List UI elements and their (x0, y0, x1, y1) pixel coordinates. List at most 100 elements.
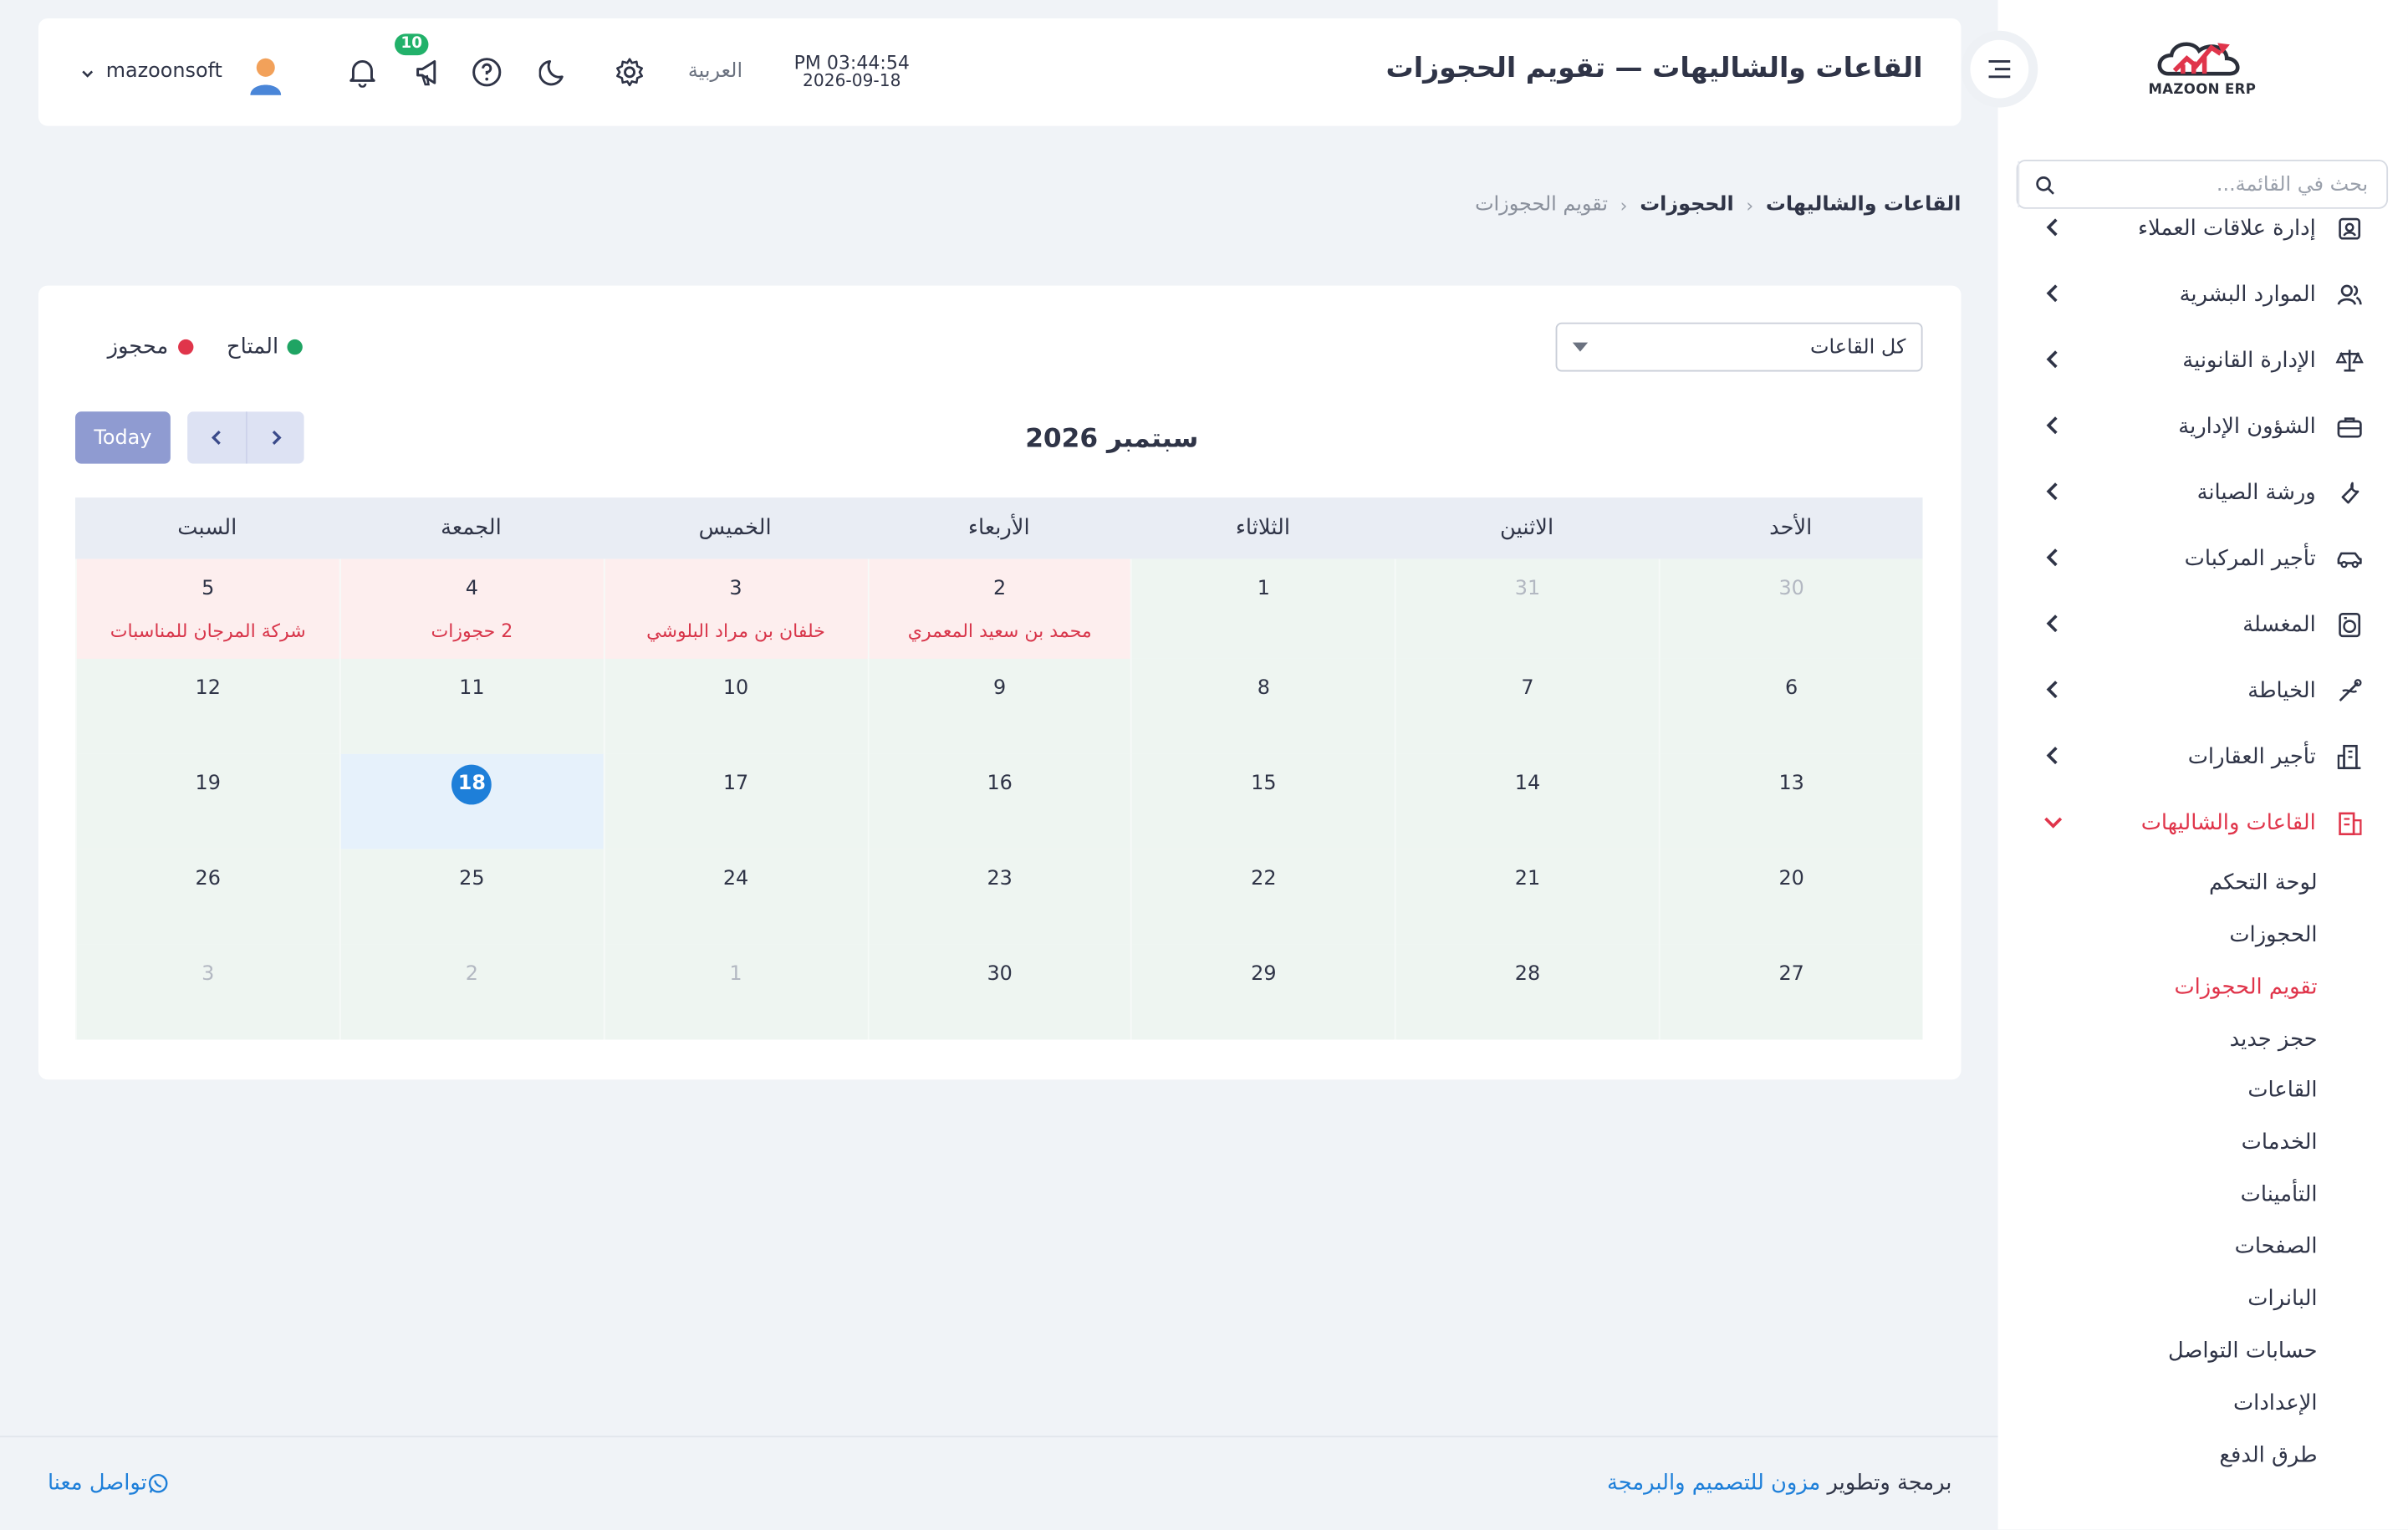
calendar-week-row: 27 28 29 30 1 2 3 (74, 944, 1923, 1040)
calendar-day[interactable]: 2 (339, 944, 604, 1040)
calendar-day[interactable]: 1 (1130, 558, 1395, 659)
sidebar-sub-pages[interactable]: الصفحات (2235, 1224, 2318, 1270)
calendar-day-booked[interactable]: 4 2 حجوزات (339, 558, 604, 659)
user-name[interactable]: mazoonsoft (106, 60, 222, 84)
calendar-day[interactable]: 13 (1658, 753, 1923, 849)
month-title-wrap: سبتمبر 2026 (35, 424, 2188, 455)
day-number: 10 (722, 676, 749, 701)
day-number: 19 (195, 772, 221, 796)
sidebar-sub-payment-methods[interactable]: طرق الدفع (2219, 1433, 2317, 1479)
calendar-day[interactable]: 10 (603, 658, 867, 754)
calendar-day[interactable]: 25 (339, 849, 604, 945)
breadcrumb-item-halls[interactable]: القاعات والشاليهات (1766, 193, 1962, 217)
sidebar-item-laundry[interactable]: المغسلة (1998, 591, 2408, 657)
footer-credit-link[interactable]: مزون للتصميم والبرمجة (1607, 1471, 1820, 1496)
help-icon[interactable] (470, 55, 503, 89)
weekday-name: الجمعة (441, 516, 502, 541)
calendar-day[interactable]: 20 (1658, 849, 1923, 945)
day-number: 23 (987, 867, 1013, 891)
calendar-day[interactable]: 9 (866, 658, 1131, 754)
hall-filter-select[interactable]: كل القاعات (1555, 322, 1923, 372)
sidebar-sub-new-booking[interactable]: حجز جديد (2230, 1017, 2318, 1063)
weekday-name: السبت (177, 516, 237, 541)
booking-event-label[interactable]: 2 حجوزات (340, 620, 603, 642)
calendar-day[interactable]: 27 (1658, 944, 1923, 1040)
calendar-day[interactable]: 19 (74, 753, 339, 849)
booking-event-label[interactable]: محمد بن سعيد المعمري (869, 620, 1131, 642)
chevron-left-icon (2046, 615, 2058, 633)
available-dot-icon (288, 339, 304, 355)
calendar-day-booked[interactable]: 3 خلفان بن مراد البلوشي (603, 558, 867, 659)
contact-us-link[interactable]: تواصل معنا (48, 1471, 181, 1496)
sidebar-sub-settings[interactable]: الإعدادات (2233, 1380, 2318, 1426)
sidebar-sub-bookings[interactable]: الحجوزات (2229, 912, 2317, 958)
booking-event-label[interactable]: خلفان بن مراد البلوشي (605, 620, 867, 642)
sidebar-item-halls[interactable]: القاعات والشاليهات (1998, 789, 2408, 855)
sidebar-sub-dashboard[interactable]: لوحة التحكم (2209, 860, 2318, 906)
calendar-day[interactable]: 7 (1395, 658, 1659, 754)
day-number: 3 (202, 962, 215, 987)
sidebar-item-workshop[interactable]: ورشة الصيانة (1998, 459, 2408, 525)
calendar-day[interactable]: 1 (603, 944, 867, 1040)
notification-count-badge: 10 (395, 33, 429, 56)
calendar-day[interactable]: 8 (1130, 658, 1395, 754)
user-avatar[interactable] (247, 55, 284, 95)
sidebar-sub-halls[interactable]: القاعات (2247, 1068, 2317, 1114)
calendar-day[interactable]: 17 (603, 753, 867, 849)
calendar-day[interactable]: 16 (866, 753, 1131, 849)
calendar-day[interactable]: 28 (1395, 944, 1659, 1040)
announcement-megaphone-icon[interactable] (411, 55, 445, 89)
app-logo[interactable]: MAZOON ERP (2147, 33, 2258, 110)
dark-mode-moon-icon[interactable] (538, 55, 571, 89)
calendar-day[interactable]: 22 (1130, 849, 1395, 945)
day-number: 31 (1514, 577, 1541, 601)
sidebar-item-real-estate[interactable]: تأجير العقارات (1998, 723, 2408, 789)
chevron-left-icon (2046, 350, 2058, 369)
sidebar-sub-banners[interactable]: البانرات (2247, 1276, 2317, 1322)
calendar-day[interactable]: 26 (74, 849, 339, 945)
calendar-day[interactable]: 29 (1130, 944, 1395, 1040)
calendar-day[interactable]: 3 (74, 944, 339, 1040)
calendar-day-booked[interactable]: 2 محمد بن سعيد المعمري (866, 558, 1131, 659)
day-number: 9 (993, 676, 1007, 701)
sidebar-sub-booking-calendar[interactable]: تقويم الحجوزات (2174, 964, 2317, 1010)
calendar-day[interactable]: 31 (1395, 558, 1659, 659)
building-icon (2334, 741, 2365, 772)
calendar-day[interactable]: 30 (1658, 558, 1923, 659)
logo-icon (2157, 42, 2240, 76)
calendar-day[interactable]: 18 (339, 753, 604, 849)
language-switch[interactable]: العربية (688, 60, 742, 84)
sidebar-item-hr[interactable]: الموارد البشرية (1998, 261, 2408, 327)
calendar-day[interactable]: 15 (1130, 753, 1395, 849)
calendar-day[interactable]: 6 (1658, 658, 1923, 754)
calendar-day[interactable]: 24 (603, 849, 867, 945)
caret-down-icon (1572, 342, 1589, 352)
settings-gear-icon[interactable] (613, 55, 646, 89)
sidebar-item-crm[interactable]: إدارة علاقات العملاء (1998, 195, 2408, 261)
breadcrumb-item-bookings[interactable]: الحجوزات (1640, 193, 1733, 217)
today-button[interactable]: Today (74, 411, 171, 464)
calendar-day[interactable]: 14 (1395, 753, 1659, 849)
whatsapp-icon (147, 1472, 169, 1494)
sidebar: MAZOON ERP إدارة علاقات العملاء الموا (1997, 0, 2408, 1530)
calendar-day[interactable]: 23 (866, 849, 1131, 945)
calendar-day[interactable]: 11 (339, 658, 604, 754)
prev-month-button[interactable] (245, 411, 304, 464)
booking-event-label[interactable]: شركة المرجان للمناسبات (77, 620, 339, 642)
bell-icon[interactable] (345, 55, 379, 89)
calendar-day[interactable]: 12 (74, 658, 339, 754)
sidebar-item-legal[interactable]: الإدارة القانونية (1998, 327, 2408, 393)
calendar-day[interactable]: 21 (1395, 849, 1659, 945)
calendar-day[interactable]: 30 (866, 944, 1131, 1040)
next-month-button[interactable] (187, 411, 246, 464)
calendar-day-booked[interactable]: 5 شركة المرجان للمناسبات (74, 558, 339, 659)
footer: برمجة وتطوير مزون للتصميم والبرمجة تواصل… (0, 1436, 1998, 1530)
sidebar-toggle-button[interactable] (1961, 30, 2038, 108)
sidebar-sub-social-accounts[interactable]: حسابات التواصل (2168, 1329, 2318, 1374)
chevron-down-icon[interactable] (79, 64, 97, 83)
sidebar-sub-deposits[interactable]: التأمينات (2241, 1171, 2318, 1217)
sidebar-sub-services[interactable]: الخدمات (2242, 1119, 2318, 1165)
sidebar-item-tailoring[interactable]: الخياطة (1998, 657, 2408, 723)
today-day-marker: 18 (452, 764, 492, 805)
sidebar-item-car-rental[interactable]: تأجير المركبات (1998, 525, 2408, 591)
